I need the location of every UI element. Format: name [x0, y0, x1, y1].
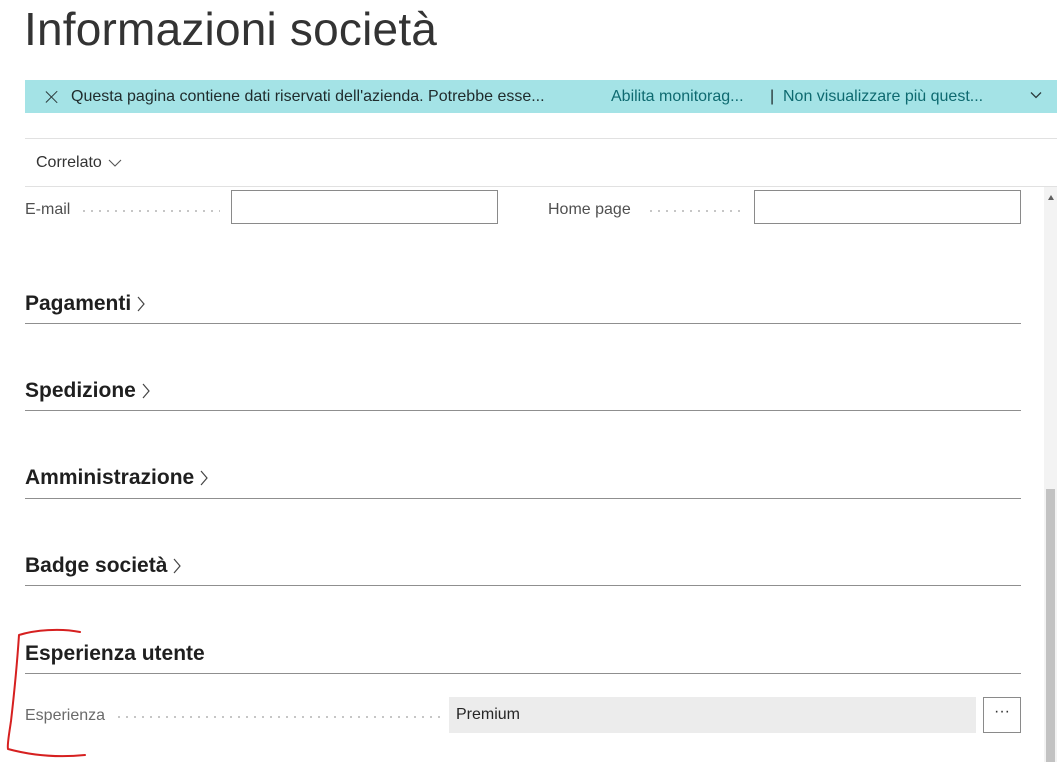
section-user-experience[interactable]: Esperienza utente	[25, 642, 1021, 666]
section-divider	[25, 673, 1021, 674]
leader-dots	[80, 210, 220, 212]
section-title: Badge società	[25, 554, 168, 577]
section-administration[interactable]: Amministrazione	[25, 466, 1021, 490]
divider	[25, 138, 1057, 139]
homepage-label: Home page	[548, 201, 631, 218]
related-label: Correlato	[36, 154, 102, 171]
scroll-up-arrow-icon[interactable]	[1048, 195, 1054, 200]
red-annotation-bracket	[6, 628, 86, 758]
chevron-right-icon	[200, 470, 208, 486]
enable-monitoring-link[interactable]: Abilita monitorag...	[611, 88, 744, 106]
confidential-data-banner: Questa pagina contiene dati riservati de…	[25, 80, 1057, 113]
homepage-field[interactable]	[754, 190, 1021, 224]
email-field[interactable]	[231, 190, 498, 224]
vertical-scrollbar[interactable]	[1044, 187, 1057, 762]
section-divider	[25, 323, 1021, 324]
leader-dots	[115, 716, 440, 718]
dont-show-again-link[interactable]: Non visualizzare più quest...	[783, 88, 983, 106]
section-title: Pagamenti	[25, 292, 132, 315]
chevron-right-icon	[137, 296, 145, 312]
chevron-right-icon	[142, 383, 150, 399]
close-icon[interactable]	[43, 88, 61, 106]
chevron-right-icon	[173, 558, 182, 574]
experience-field[interactable]: Premium	[449, 697, 976, 733]
company-information-page: Informazioni società Questa pagina conti…	[0, 0, 1057, 762]
email-label: E-mail	[25, 201, 71, 218]
banner-message: Questa pagina contiene dati riservati de…	[71, 87, 545, 105]
banner-separator: |	[770, 87, 775, 105]
chevron-down-icon[interactable]	[1030, 89, 1042, 101]
page-title: Informazioni società	[24, 3, 438, 55]
related-menu-button[interactable]: Correlato	[36, 154, 122, 172]
section-shipping[interactable]: Spedizione	[25, 379, 1021, 403]
chevron-down-icon	[108, 159, 122, 167]
divider	[25, 186, 1057, 187]
section-divider	[25, 498, 1021, 499]
experience-lookup-button[interactable]: ···	[983, 697, 1021, 733]
section-payments[interactable]: Pagamenti	[25, 292, 1021, 316]
section-divider	[25, 410, 1021, 411]
section-title: Amministrazione	[25, 466, 195, 489]
section-divider	[25, 585, 1021, 586]
leader-dots	[647, 210, 743, 212]
section-company-badge[interactable]: Badge società	[25, 554, 1021, 578]
scrollbar-thumb[interactable]	[1046, 489, 1055, 762]
section-title: Spedizione	[25, 379, 136, 402]
